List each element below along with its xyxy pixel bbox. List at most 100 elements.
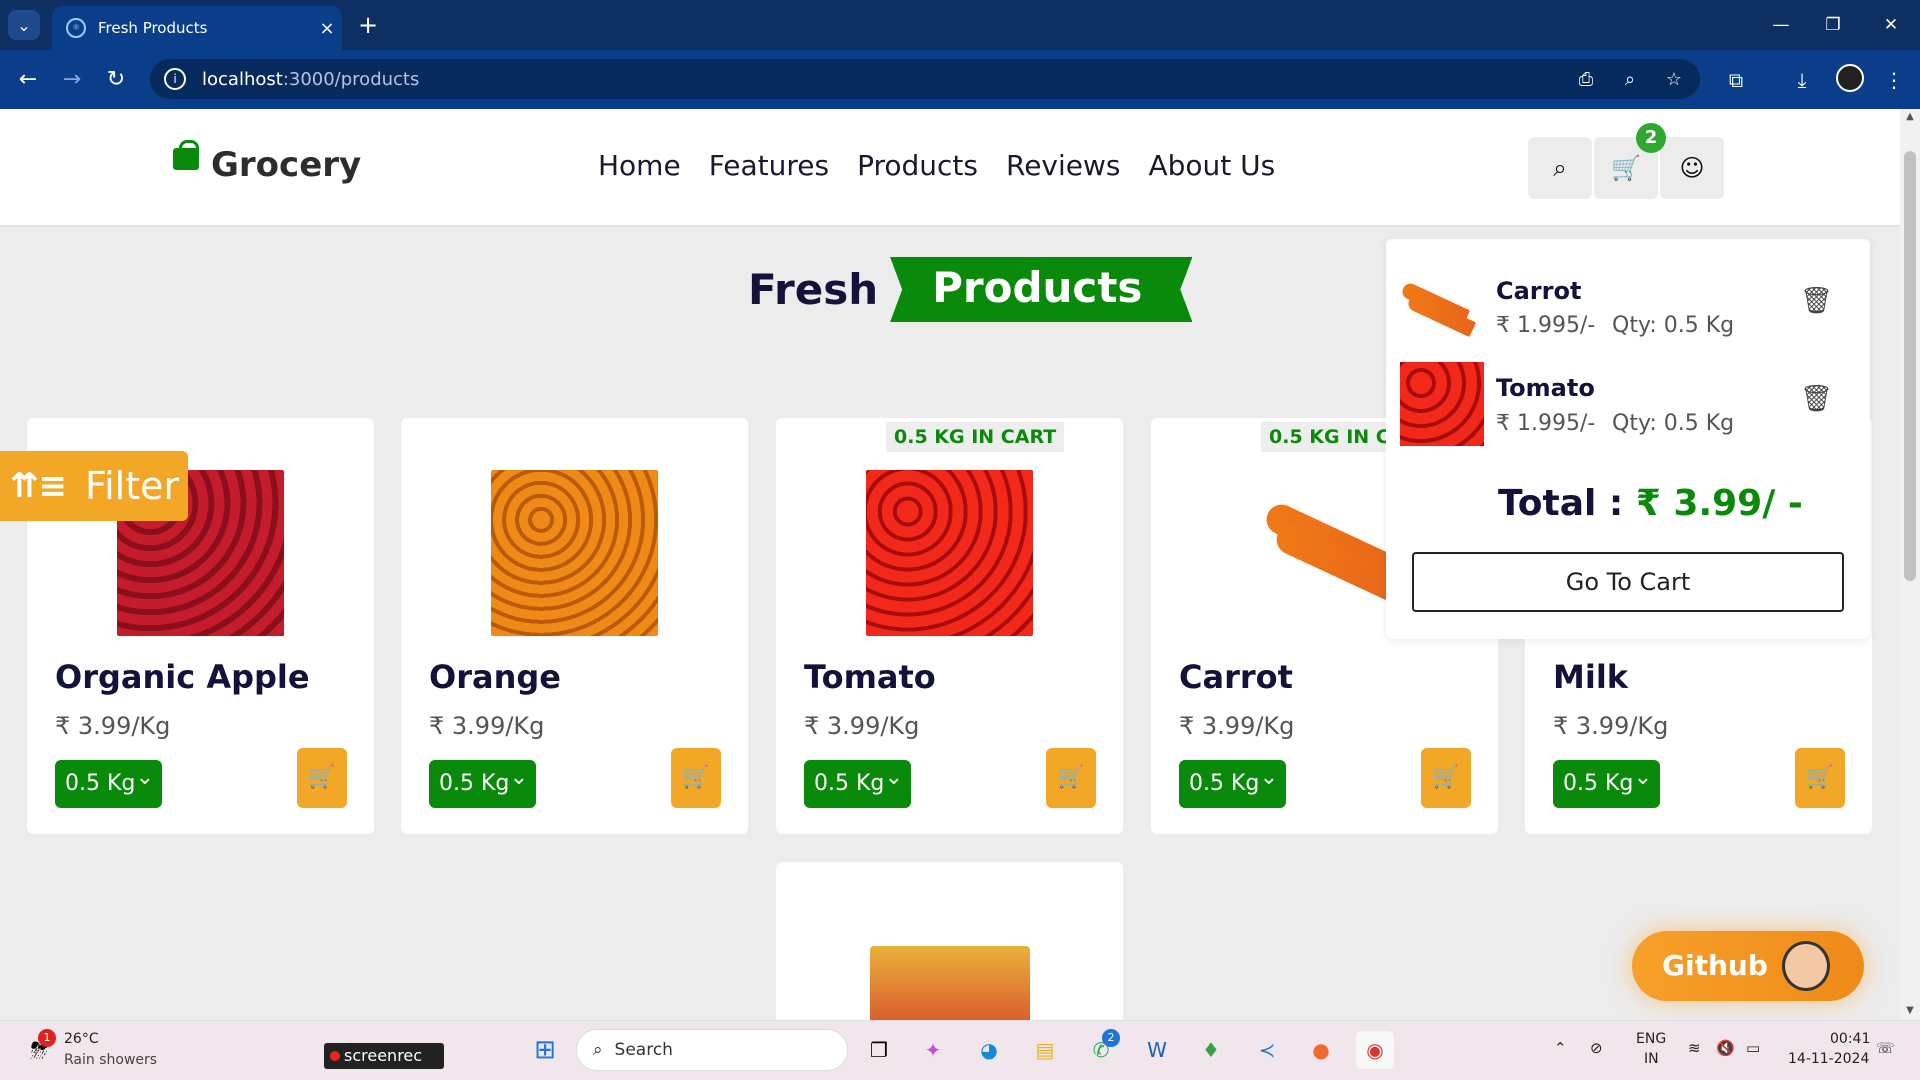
file-explorer-icon[interactable]: ▤: [1026, 1031, 1064, 1069]
in-cart-label: 0.5 KG IN CART: [886, 422, 1065, 452]
scrollbar-thumb[interactable]: [1904, 151, 1916, 581]
nav-reviews[interactable]: Reviews: [1006, 149, 1121, 182]
quantity-select[interactable]: 0.5 Kg: [1179, 754, 1286, 808]
filter-button[interactable]: ⇈≡ Filter: [0, 451, 188, 521]
extensions-icon[interactable]: ⧉: [1718, 62, 1754, 98]
scroll-up-arrow-icon[interactable]: ▲: [1900, 111, 1920, 122]
web-page: Grocery Home Features Products Reviews A…: [0, 109, 1920, 1020]
clock-time[interactable]: 00:41: [1830, 1031, 1870, 1047]
add-to-cart-button[interactable]: 🛒: [671, 748, 721, 808]
product-price: ₹ 3.99/Kg: [55, 712, 171, 740]
minimize-button[interactable]: —: [1758, 8, 1804, 42]
word-icon[interactable]: W: [1138, 1031, 1176, 1069]
add-to-cart-button[interactable]: 🛒: [1421, 748, 1471, 808]
windows-start-icon[interactable]: ⊞: [526, 1031, 564, 1069]
browser-tab[interactable]: ⚛ Fresh Products ×: [52, 6, 342, 50]
language-indicator[interactable]: ENG: [1636, 1031, 1666, 1047]
task-view-icon[interactable]: ❐: [860, 1031, 898, 1069]
wifi-icon[interactable]: ≋: [1688, 1039, 1701, 1057]
page-scrollbar[interactable]: ▲ ▼: [1900, 109, 1920, 1020]
product-image: [866, 470, 1033, 636]
chevron-down-icon: ⌄: [17, 15, 31, 35]
cart-item-qty: Qty: 0.5 Kg: [1612, 411, 1735, 436]
tab-search-button[interactable]: ⌄: [8, 10, 40, 40]
quantity-select[interactable]: 0.5 Kg: [55, 754, 162, 808]
section-heading: Fresh Products: [748, 257, 1193, 322]
add-to-cart-button[interactable]: 🛒: [297, 748, 347, 808]
shopping-basket-icon: [173, 140, 199, 170]
quantity-select[interactable]: 0.5 Kg: [804, 754, 911, 808]
cart-plus-icon: 🛒: [1432, 765, 1460, 790]
nav-about-us[interactable]: About Us: [1149, 149, 1276, 182]
network-status-icon[interactable]: ⊘: [1590, 1039, 1603, 1057]
weather-temp: 26°C: [64, 1031, 99, 1047]
add-to-cart-button[interactable]: 🛒: [1795, 748, 1845, 808]
site-info-icon[interactable]: i: [164, 68, 186, 90]
forward-button[interactable]: →: [54, 62, 90, 98]
battery-icon[interactable]: ▭: [1746, 1039, 1760, 1057]
zoom-icon[interactable]: ⌕: [1612, 69, 1648, 90]
back-button[interactable]: ←: [10, 62, 46, 98]
browser-menu-icon[interactable]: ⋮: [1876, 62, 1912, 98]
reload-button[interactable]: ↻: [98, 62, 134, 98]
browser-chrome: ⌄ ⚛ Fresh Products × + — ❐ ✕ ← → ↻ i loc…: [0, 0, 1920, 109]
close-window-button[interactable]: ✕: [1868, 8, 1914, 42]
smiley-icon: ☺: [1679, 154, 1705, 182]
cart-item-image: [1400, 362, 1484, 446]
product-image: [1241, 470, 1421, 636]
product-card-tomato: 0.5 KG IN CART Tomato ₹ 3.99/Kg 0.5 Kg 🛒: [776, 418, 1123, 834]
weather-badge: 1: [38, 1029, 56, 1047]
product-price: ₹ 3.99/Kg: [1179, 712, 1295, 740]
language-region: IN: [1644, 1051, 1659, 1067]
product-name: Carrot: [1179, 658, 1293, 696]
chrome-icon[interactable]: ◉: [1356, 1031, 1394, 1069]
nav-home[interactable]: Home: [598, 149, 681, 182]
go-to-cart-button[interactable]: Go To Cart: [1412, 552, 1844, 612]
cart-item-name: Tomato: [1496, 374, 1595, 402]
product-name: Orange: [429, 658, 561, 696]
postman-icon[interactable]: ●: [1302, 1031, 1340, 1069]
address-bar[interactable]: i localhost:3000/products ⎙ ⌕ ☆: [150, 59, 1700, 99]
copilot-icon[interactable]: ✦: [914, 1031, 952, 1069]
tab-title: Fresh Products: [98, 19, 208, 37]
edge-icon[interactable]: ◕: [970, 1031, 1008, 1069]
clock-date[interactable]: 14-11-2024: [1788, 1051, 1869, 1067]
heading-plain: Fresh: [748, 265, 879, 314]
profile-button[interactable]: ☺: [1660, 137, 1724, 199]
search-button[interactable]: ⌕: [1528, 137, 1592, 199]
product-card-partial: [776, 862, 1123, 1020]
windows-taskbar: ⛈ 1 26°C Rain showers screenrec ⊞ ⌕ Searc…: [0, 1020, 1920, 1080]
notification-icon[interactable]: ☏: [1876, 1039, 1895, 1057]
product-price: ₹ 3.99/Kg: [804, 712, 920, 740]
close-tab-icon[interactable]: ×: [312, 18, 342, 39]
taskbar-search[interactable]: ⌕ Search: [576, 1029, 848, 1071]
product-name: Organic Apple: [55, 658, 310, 696]
screenrec-watermark: screenrec: [324, 1043, 444, 1069]
quantity-select[interactable]: 0.5 Kg: [429, 754, 536, 808]
nav-features[interactable]: Features: [709, 149, 829, 182]
download-icon[interactable]: ⤓: [1784, 62, 1820, 98]
cart-plus-icon: 🛒: [308, 765, 336, 790]
chevron-up-icon[interactable]: ⌃: [1554, 1039, 1567, 1057]
profile-avatar[interactable]: [1836, 64, 1864, 92]
volume-muted-icon[interactable]: 🔇: [1716, 1039, 1735, 1057]
cart-plus-icon: 🛒: [682, 765, 710, 790]
product-name: Tomato: [804, 658, 936, 696]
vscode-icon[interactable]: ≺: [1248, 1031, 1286, 1069]
mongodb-icon[interactable]: ♦: [1192, 1031, 1230, 1069]
add-to-cart-button[interactable]: 🛒: [1046, 748, 1096, 808]
quantity-select[interactable]: 0.5 Kg: [1553, 754, 1660, 808]
trash-icon[interactable]: 🗑: [1800, 287, 1833, 315]
site-header: Grocery Home Features Products Reviews A…: [0, 109, 1900, 227]
sort-filter-icon: ⇈≡: [10, 466, 67, 506]
tab-strip: ⌄ ⚛ Fresh Products × + — ❐ ✕: [0, 0, 1920, 50]
install-app-icon[interactable]: ⎙: [1568, 69, 1604, 90]
site-logo[interactable]: Grocery: [173, 140, 361, 185]
scroll-down-arrow-icon[interactable]: ▼: [1900, 1005, 1920, 1016]
github-button[interactable]: Github: [1632, 931, 1864, 1001]
bookmark-star-icon[interactable]: ☆: [1656, 69, 1692, 90]
restore-button[interactable]: ❐: [1810, 8, 1856, 42]
nav-products[interactable]: Products: [857, 149, 978, 182]
trash-icon[interactable]: 🗑: [1800, 385, 1833, 413]
new-tab-button[interactable]: +: [352, 10, 384, 40]
